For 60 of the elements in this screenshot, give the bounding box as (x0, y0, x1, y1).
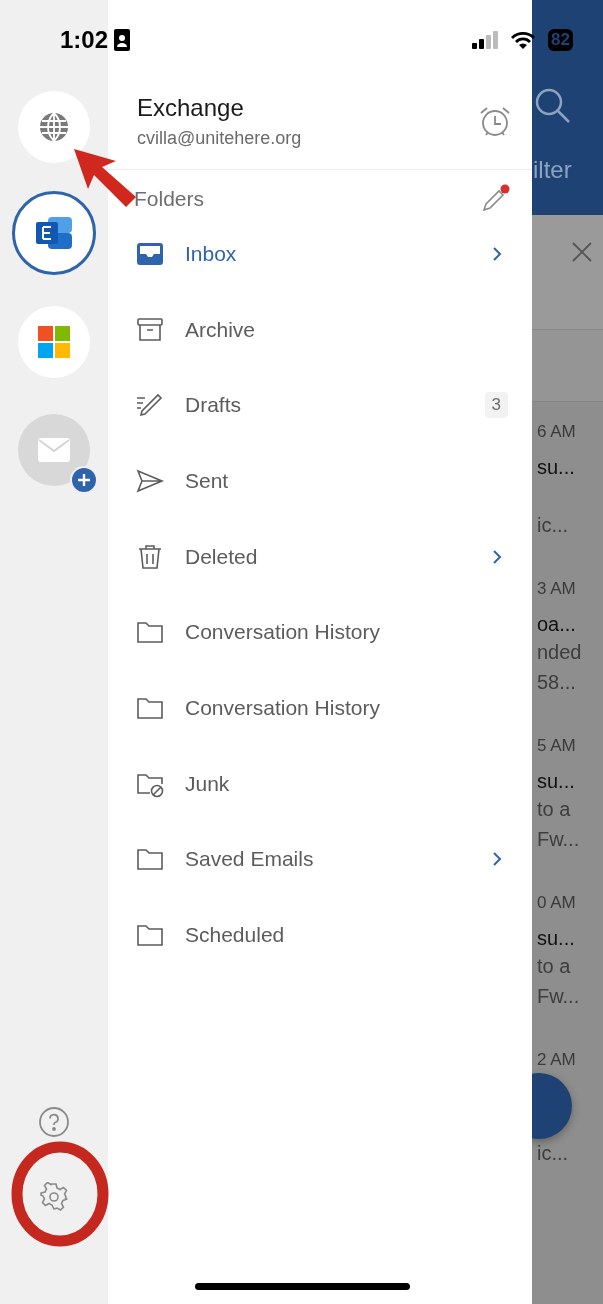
globe-icon (38, 111, 70, 143)
account-name: Exchange (137, 94, 245, 122)
folder-item[interactable]: Conversation History (108, 594, 532, 671)
folder-count: 3 (484, 392, 508, 419)
folder-label: Deleted (185, 544, 259, 569)
folder-label: Conversation History (185, 620, 381, 645)
email-time: 2 AM (537, 1050, 577, 1070)
help-icon[interactable] (38, 1106, 70, 1138)
email-preview: ic... (537, 513, 570, 538)
folder-item[interactable]: Scheduled (108, 897, 532, 973)
email-subject: oa... (537, 613, 577, 637)
folder-label: Archive (185, 317, 257, 342)
add-badge-icon[interactable] (70, 466, 98, 494)
settings-icon[interactable] (39, 1182, 69, 1212)
folder-label: Drafts (185, 393, 242, 418)
folder-item[interactable]: Conversation History (108, 670, 532, 746)
email-preview: to a (537, 954, 572, 979)
folder-item[interactable]: Deleted (108, 518, 532, 595)
status-time: 1:02 (60, 26, 109, 54)
email-preview: 58... (537, 670, 577, 695)
microsoft-logo-icon (38, 326, 70, 358)
signal-icon (472, 31, 501, 49)
id-card-icon (114, 29, 131, 51)
email-subject: su... (537, 456, 576, 480)
folder-label: Junk (185, 771, 231, 796)
email-preview: to a (537, 797, 572, 822)
email-subject: su... (537, 770, 576, 794)
email-preview: Fw... (537, 984, 581, 1009)
alarm-clock-icon[interactable] (478, 104, 512, 139)
email-preview: ic... (537, 1141, 570, 1166)
folder-item[interactable]: Archive (108, 291, 532, 368)
exchange-logo-icon (34, 215, 74, 251)
filter-label[interactable]: ilter (533, 156, 572, 184)
email-time: 3 AM (537, 579, 577, 599)
folder-item[interactable]: Sent (108, 443, 532, 519)
chevron-right-icon[interactable] (492, 548, 502, 565)
email-time: 0 AM (537, 893, 577, 913)
folder-label: Scheduled (185, 923, 286, 948)
folder-item[interactable]: Drafts 3 (108, 367, 532, 444)
folders-heading: Folders (134, 187, 205, 211)
wifi-icon (510, 30, 537, 50)
folder-label: Conversation History (185, 695, 381, 720)
close-icon[interactable] (571, 241, 593, 263)
folder-item[interactable]: Saved Emails (108, 821, 532, 898)
battery-level: 82 (548, 29, 573, 51)
email-time: 6 AM (537, 422, 577, 442)
email-preview: Fw... (537, 827, 581, 852)
email-subject: su... (537, 927, 576, 951)
folder-label: Sent (185, 468, 230, 493)
email-time: 5 AM (537, 736, 577, 756)
chevron-right-icon[interactable] (492, 851, 502, 868)
folder-label: Saved Emails (185, 847, 315, 872)
edit-pencil-icon[interactable] (480, 184, 510, 214)
envelope-icon (38, 438, 70, 462)
folder-label: Inbox (185, 241, 238, 266)
account-email: cvilla@unitehere.org (137, 128, 302, 149)
email-preview: nded (537, 640, 583, 665)
folder-item[interactable]: Junk (108, 745, 532, 822)
chevron-right-icon[interactable] (492, 245, 502, 262)
folder-item[interactable]: Inbox (108, 216, 532, 292)
